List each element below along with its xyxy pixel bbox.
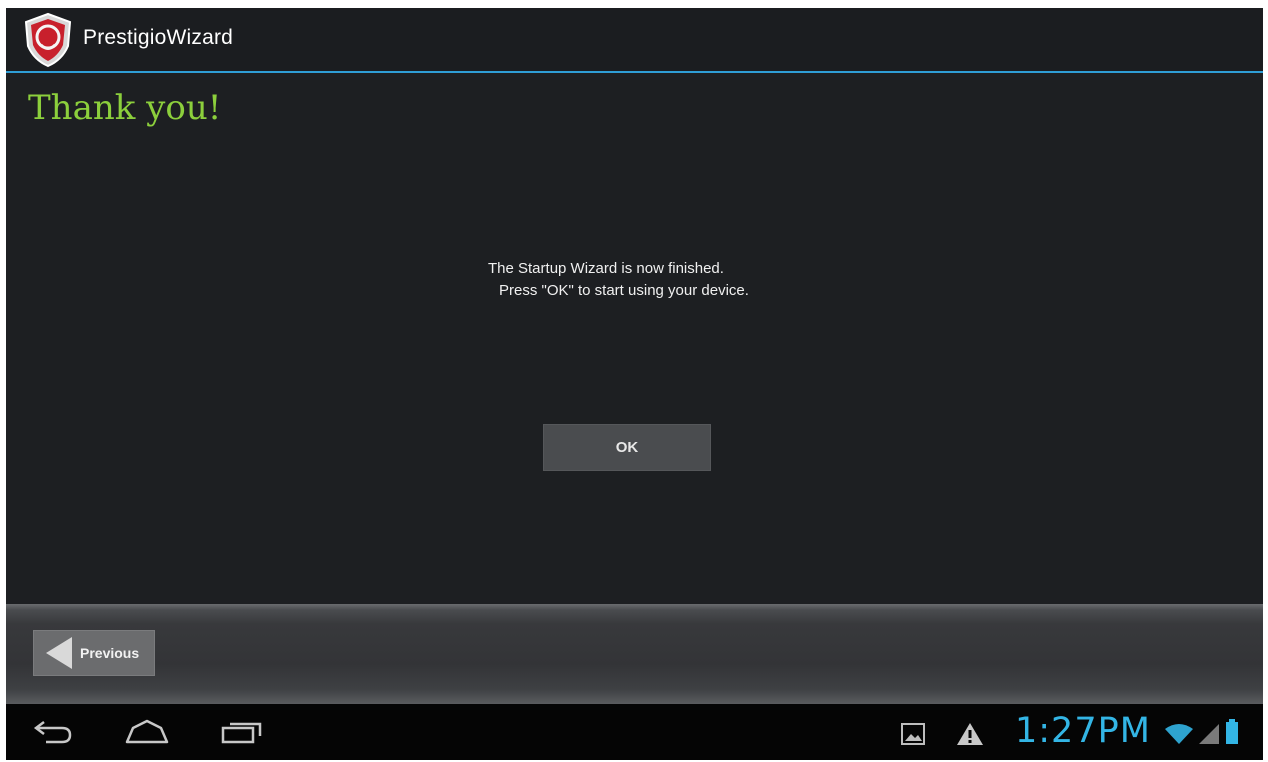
arrow-left-icon bbox=[46, 637, 72, 669]
action-bar: PrestigioWizard bbox=[6, 8, 1263, 73]
previous-button[interactable]: Previous bbox=[33, 630, 155, 676]
recent-apps-icon[interactable] bbox=[220, 718, 264, 746]
battery-icon bbox=[1226, 719, 1238, 744]
home-icon[interactable] bbox=[124, 718, 170, 746]
message-line-2: Press "OK" to start using your device. bbox=[499, 282, 749, 299]
prestigio-logo-icon[interactable] bbox=[22, 12, 74, 68]
app-title: PrestigioWizard bbox=[83, 26, 234, 49]
status-clock: 1:27PM bbox=[1015, 711, 1151, 751]
back-icon[interactable] bbox=[32, 718, 74, 746]
page-heading: Thank you! bbox=[28, 88, 222, 128]
previous-label: Previous bbox=[80, 645, 140, 661]
device-screen: PrestigioWizard Thank you! The Startup W… bbox=[6, 8, 1263, 760]
signal-icon bbox=[1199, 724, 1219, 744]
wifi-icon bbox=[1165, 724, 1193, 744]
message-line-1: The Startup Wizard is now finished. bbox=[488, 260, 724, 277]
wizard-navigation-bar: Previous bbox=[6, 604, 1263, 704]
warning-icon[interactable] bbox=[956, 722, 984, 746]
ok-button[interactable]: OK bbox=[543, 424, 711, 471]
system-navigation-bar: 1:27PM bbox=[6, 704, 1263, 760]
gallery-icon[interactable] bbox=[900, 722, 926, 746]
